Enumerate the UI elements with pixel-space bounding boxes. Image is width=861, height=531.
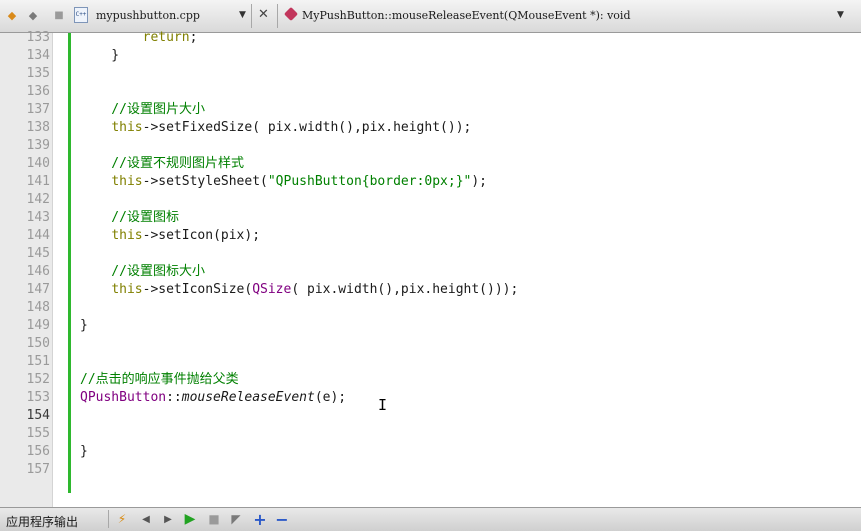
lock-icon[interactable]: ■ [52, 8, 66, 22]
code-editor[interactable]: 133 return; 134 } 135 136 137 //设置图片大小 1… [0, 30, 861, 507]
line-number: 143 [26, 210, 50, 225]
plus-icon[interactable]: + [252, 510, 268, 529]
line-number: 147 [26, 282, 50, 297]
chevron-down-icon[interactable]: ▼ [837, 10, 844, 20]
open-file-name[interactable]: mypushbutton.cpp [96, 9, 200, 22]
code-text: QPushButton::mouseReleaseEvent(e); [80, 390, 347, 405]
line-number: 134 [26, 48, 50, 63]
code-line: 134 } [0, 47, 861, 65]
stop-icon[interactable]: ■ [206, 511, 222, 527]
code-line: 141 this->setStyleSheet("QPushButton{bor… [0, 173, 861, 191]
code-line: 138 this->setFixedSize( pix.width(),pix.… [0, 119, 861, 137]
code-line: 150 [0, 335, 861, 353]
code-line: 135 [0, 65, 861, 83]
code-line: 147 this->setIconSize(QSize( pix.width()… [0, 281, 861, 299]
line-number: 135 [26, 66, 50, 81]
code-comment: //设置图标大小 [80, 264, 205, 279]
line-number: 155 [26, 426, 50, 441]
code-text: } [80, 48, 120, 63]
line-number: 153 [26, 390, 50, 405]
code-text: this->setIconSize(QSize( pix.width(),pix… [111, 282, 519, 297]
code-text: return; [142, 30, 198, 45]
line-number: 149 [26, 318, 50, 333]
symbol-selector[interactable]: MyPushButton::mouseReleaseEvent(QMouseEv… [302, 9, 631, 22]
line-number: 136 [26, 84, 50, 99]
code-comment: //设置不规则图片样式 [80, 156, 244, 171]
code-line: 144 this->setIcon(pix); [0, 227, 861, 245]
run-icon[interactable]: ▶ [182, 511, 198, 527]
line-number: 152 [26, 372, 50, 387]
code-line: 142 [0, 191, 861, 209]
line-number: 141 [26, 174, 50, 189]
line-number: 146 [26, 264, 50, 279]
flash-icon[interactable]: ⚡ [114, 511, 130, 527]
arrow-left-icon[interactable]: ◆ [5, 8, 19, 22]
code-line: 140 //设置不规则图片样式 [0, 155, 861, 173]
code-line: 145 [0, 245, 861, 263]
output-panel-bar: 应用程序输出 ⚡ ◀ ▶ ▶ ■ ◤ + − [0, 507, 861, 531]
code-comment: //设置图片大小 [80, 102, 205, 117]
code-line: 152 //点击的响应事件抛给父类 [0, 371, 861, 389]
code-line: 137 //设置图片大小 [0, 101, 861, 119]
code-line: 133 return; [0, 29, 861, 47]
line-number: 140 [26, 156, 50, 171]
minus-icon[interactable]: − [274, 510, 290, 529]
code-line: 149 } [0, 317, 861, 335]
line-number: 157 [26, 462, 50, 477]
close-file-button[interactable]: ✕ [258, 7, 269, 22]
line-number: 145 [26, 246, 50, 261]
line-number: 142 [26, 192, 50, 207]
code-line: 156 } [0, 443, 861, 461]
code-line: 157 [0, 461, 861, 479]
arrow-left-icon[interactable]: ◀ [138, 511, 154, 527]
code-line: 155 [0, 425, 861, 443]
code-line: 143 //设置图标 [0, 209, 861, 227]
line-number: 137 [26, 102, 50, 117]
code-line: 136 [0, 83, 861, 101]
line-number: 148 [26, 300, 50, 315]
line-number: 138 [26, 120, 50, 135]
pin-icon[interactable]: ◤ [228, 511, 244, 527]
code-line: 153 QPushButton::mouseReleaseEvent(e); [0, 389, 861, 407]
cpp-file-icon: C++ [74, 7, 88, 23]
code-line: 148 [0, 299, 861, 317]
code-line: 151 [0, 353, 861, 371]
line-number: 156 [26, 444, 50, 459]
line-number: 154 [26, 408, 50, 423]
code-text: this->setFixedSize( pix.width(),pix.heig… [111, 120, 472, 135]
code-text: } [80, 318, 88, 333]
arrow-right-icon[interactable]: ◆ [26, 8, 40, 22]
line-number: 151 [26, 354, 50, 369]
code-text: this->setStyleSheet("QPushButton{border:… [111, 174, 488, 189]
application-output-label[interactable]: 应用程序输出 [6, 513, 78, 530]
line-number: 150 [26, 336, 50, 351]
code-comment: //设置图标 [80, 210, 179, 225]
line-number: 144 [26, 228, 50, 243]
code-line: 146 //设置图标大小 [0, 263, 861, 281]
line-number: 139 [26, 138, 50, 153]
code-line: 139 [0, 137, 861, 155]
code-text: } [80, 444, 88, 459]
toolbar-divider [108, 510, 109, 528]
chevron-down-icon[interactable]: ▼ [239, 10, 246, 20]
code-comment: //点击的响应事件抛给父类 [80, 372, 239, 387]
text-cursor-icon: I [378, 396, 388, 414]
function-symbol-icon [283, 6, 299, 22]
arrow-right-icon[interactable]: ▶ [160, 511, 176, 527]
toolbar-divider [251, 4, 252, 28]
code-line-current: 154 [0, 407, 861, 425]
code-text: this->setIcon(pix); [111, 228, 261, 243]
line-number: 133 [26, 30, 50, 45]
toolbar-divider [277, 4, 278, 28]
